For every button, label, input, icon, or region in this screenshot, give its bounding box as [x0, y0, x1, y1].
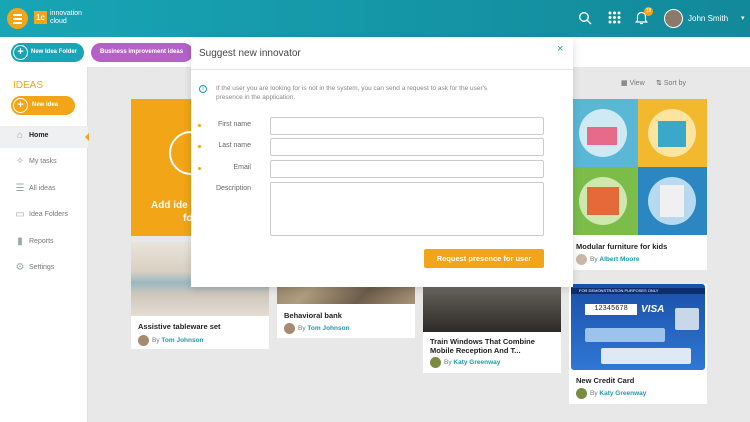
last-name-field[interactable] [270, 138, 544, 156]
folder-icon: ▭ [15, 209, 25, 220]
user-name[interactable]: John Smith [688, 14, 728, 23]
logo-mark: 1c [34, 11, 47, 24]
request-presence-button[interactable]: Request presence for user [424, 249, 544, 268]
sidebar-item-idea-folders[interactable]: ▭ Idea Folders [0, 205, 88, 227]
avatar [138, 335, 149, 346]
search-icon[interactable] [578, 11, 592, 28]
new-idea-button[interactable]: + New idea [11, 96, 75, 115]
home-icon: ⌂ [16, 130, 24, 141]
plus-icon: + [13, 45, 28, 60]
sidebar-item-reports[interactable]: ▮ Reports [0, 232, 88, 254]
view-toggle[interactable]: ▦ View [621, 79, 645, 87]
close-icon[interactable]: × [557, 43, 563, 55]
sidebar-item-home[interactable]: ⌂ Home [0, 126, 89, 148]
gear-icon: ⚙ [15, 262, 25, 273]
first-name-label: First name [217, 121, 251, 128]
info-text: If the user you are looking for is not i… [216, 85, 488, 101]
description-field[interactable] [270, 182, 544, 236]
avatar [284, 323, 295, 334]
magic-wand-icon: ✧ [15, 156, 25, 167]
email-field[interactable] [270, 160, 544, 178]
plus-icon: + [13, 98, 28, 113]
avatar [430, 357, 441, 368]
chevron-down-icon[interactable]: ▾ [741, 14, 745, 22]
sidebar-item-all-ideas[interactable]: ☰ All ideas [0, 179, 88, 201]
list-icon: ☰ [15, 183, 25, 194]
avatar [576, 388, 587, 399]
idea-card[interactable]: FOR DEMONSTRATION PURPOSES ONLY 12345678… [569, 284, 707, 404]
business-ideas-button[interactable]: Business improvement ideas [91, 43, 193, 62]
idea-card[interactable]: Modular furniture for kids By Albert Moo… [569, 99, 707, 270]
sort-icon: ⇅ [656, 80, 662, 87]
avatar [576, 254, 587, 265]
modal-title: Suggest new innovator [199, 48, 301, 59]
add-idea-tile[interactable]: Add ide fo [131, 99, 213, 236]
email-label: Email [233, 164, 251, 171]
divider [191, 69, 573, 70]
description-label: Description [215, 185, 251, 192]
sort-by-button[interactable]: ⇅ Sort by [656, 79, 686, 87]
notification-badge: 18 [644, 7, 653, 16]
apps-grid-icon[interactable] [608, 11, 621, 27]
sidebar-item-my-tasks[interactable]: ✧ My tasks [0, 152, 88, 174]
logo-text: innovation cloud [50, 10, 82, 25]
bar-chart-icon: ▮ [17, 236, 23, 247]
card-image [569, 99, 638, 167]
sidebar-title: IDEAS [13, 80, 44, 91]
suggest-innovator-modal: Suggest new innovator × i If the user yo… [191, 38, 573, 287]
menu-button[interactable] [7, 8, 28, 29]
card-image: FOR DEMONSTRATION PURPOSES ONLY 12345678… [571, 284, 705, 370]
grid-view-icon: ▦ [621, 80, 628, 87]
info-icon: i [199, 85, 207, 93]
sidebar-item-settings[interactable]: ⚙ Settings [0, 258, 88, 280]
new-idea-folder-button[interactable]: + New Idea Folder [11, 43, 84, 62]
last-name-label: Last name [218, 142, 251, 149]
user-avatar[interactable] [664, 9, 683, 28]
first-name-field[interactable] [270, 117, 544, 135]
menu-icon [13, 14, 22, 16]
